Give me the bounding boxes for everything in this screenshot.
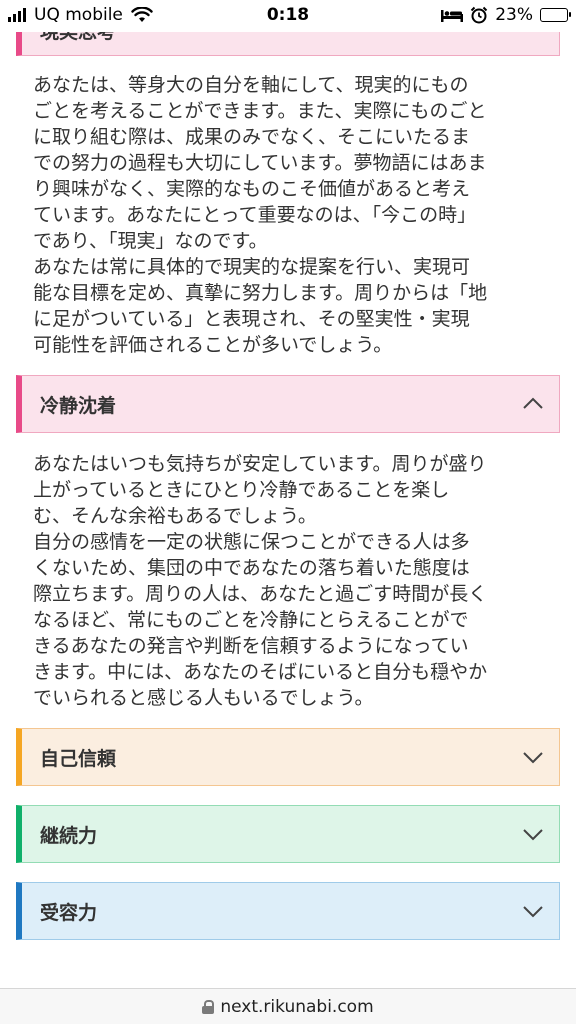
chevron-up-icon bbox=[523, 397, 543, 409]
accordion-title: 冷静沈着 bbox=[40, 394, 117, 417]
chevron-down-icon bbox=[523, 752, 543, 764]
bed-icon bbox=[441, 10, 464, 22]
accordion-title: 継続力 bbox=[40, 824, 98, 847]
accordion-header-receptiveness[interactable]: 受容力 bbox=[16, 882, 560, 940]
status-right: 23% bbox=[441, 5, 571, 25]
battery-percent: 23% bbox=[495, 5, 533, 25]
chevron-down-icon bbox=[523, 829, 543, 841]
url-text[interactable]: next.rikunabi.com bbox=[220, 997, 373, 1017]
battery-icon bbox=[540, 8, 571, 22]
status-bar: UQ mobile 0:18 23% bbox=[0, 0, 576, 32]
accordion-header-self-trust[interactable]: 自己信頼 bbox=[16, 728, 560, 786]
accordion-body-reality: あなたは、等身大の自分を軸にして、現実的にもの ごとを考えることができます。また… bbox=[33, 74, 488, 356]
accordion-body-calm: あなたはいつも気持ちが安定しています。周りが盛り 上がっているときにひとり冷静で… bbox=[33, 453, 488, 709]
alarm-icon bbox=[470, 6, 488, 24]
accordion-header-persistence[interactable]: 継続力 bbox=[16, 805, 560, 863]
lock-icon bbox=[202, 999, 215, 1014]
accordion-title: 受容力 bbox=[40, 901, 98, 924]
accordion-title: 自己信頼 bbox=[40, 747, 117, 770]
url-bar[interactable]: next.rikunabi.com bbox=[0, 988, 576, 1024]
chevron-down-icon bbox=[523, 906, 543, 918]
accordion-header-calm[interactable]: 冷静沈着 bbox=[16, 375, 560, 433]
